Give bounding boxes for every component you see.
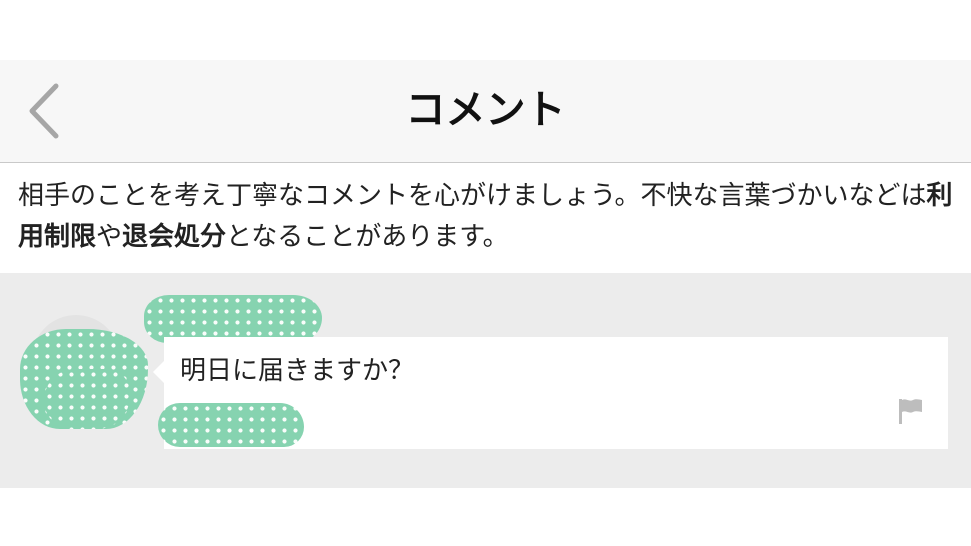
flag-icon bbox=[899, 399, 922, 424]
avatar-redaction-lower bbox=[44, 369, 130, 429]
nav-bar: コメント bbox=[0, 60, 971, 163]
username-redaction bbox=[144, 295, 322, 343]
comment-page: コメント 相手のことを考え丁寧なコメントを心がけましょう。不快な言葉づかいなどは… bbox=[0, 0, 971, 546]
comment-meta-redaction bbox=[158, 403, 304, 447]
notice-text-1: 相手のことを考え丁寧なコメントを心がけましょう。不快な言葉づかいなどは bbox=[18, 181, 927, 211]
report-button[interactable] bbox=[896, 397, 924, 425]
comment-text: 明日に届きますか？ bbox=[180, 356, 415, 386]
comment-list: 明日に届きますか？ bbox=[0, 273, 971, 488]
page-title: コメント bbox=[405, 87, 566, 133]
notice-text-3: となることがあります。 bbox=[226, 222, 509, 252]
comment-guideline-notice: 相手のことを考え丁寧なコメントを心がけましょう。不快な言葉づかいなどは利用制限や… bbox=[18, 176, 958, 258]
notice-text-2: や bbox=[96, 222, 123, 252]
notice-bold-account-termination: 退会処分 bbox=[122, 222, 227, 252]
bubble-tail bbox=[153, 361, 164, 383]
